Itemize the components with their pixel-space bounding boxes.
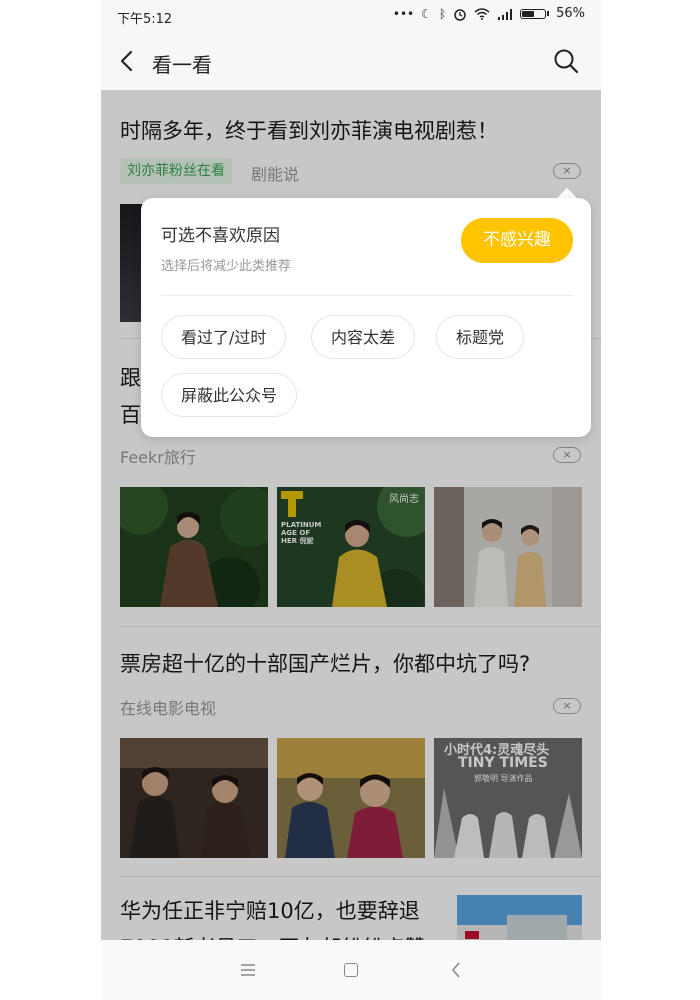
- battery-cap: [547, 11, 550, 16]
- home-icon[interactable]: [344, 963, 358, 977]
- battery-percent: 56%: [556, 6, 585, 21]
- reason-outdated-button[interactable]: 看过了/过时: [161, 315, 287, 359]
- reason-block-account-button[interactable]: 屏蔽此公众号: [161, 373, 298, 417]
- battery-icon: [520, 8, 547, 19]
- status-bar: 下午5:12 ••• ☾ ᛒ 56%: [101, 0, 601, 32]
- phone-screen: 下午5:12 ••• ☾ ᛒ 56% 看一看 时隔多年，终于看到刘亦菲演电视剧惹…: [101, 0, 601, 1000]
- nav-bar: 看一看: [101, 32, 601, 90]
- popup-subtitle: 选择后将减少此类推荐: [161, 259, 292, 274]
- more-dots-icon: •••: [392, 6, 415, 21]
- bluetooth-icon: ᛒ: [438, 6, 447, 21]
- popup-title: 可选不喜欢原因: [161, 226, 280, 246]
- wifi-icon: [474, 7, 490, 20]
- popup-divider: [161, 295, 573, 296]
- menu-icon[interactable]: [240, 964, 256, 976]
- reason-poor-content-button[interactable]: 内容太差: [311, 315, 416, 359]
- not-interested-button[interactable]: 不感兴趣: [461, 218, 573, 263]
- status-time: 下午5:12: [117, 12, 173, 27]
- dislike-reasons-popup: 可选不喜欢原因 选择后将减少此类推荐 不感兴趣 看过了/过时 内容太差 标题党 …: [141, 198, 591, 437]
- status-icons: ••• ☾ ᛒ 56%: [393, 6, 585, 21]
- system-nav-bar: [101, 940, 601, 1000]
- search-icon[interactable]: [553, 48, 579, 74]
- reason-clickbait-button[interactable]: 标题党: [436, 315, 525, 359]
- signal-icon: [498, 8, 513, 20]
- alarm-icon: [454, 8, 466, 21]
- system-back-icon[interactable]: [451, 962, 461, 978]
- back-icon[interactable]: [117, 49, 137, 73]
- moon-icon: ☾: [421, 6, 432, 21]
- page-title: 看一看: [152, 53, 212, 77]
